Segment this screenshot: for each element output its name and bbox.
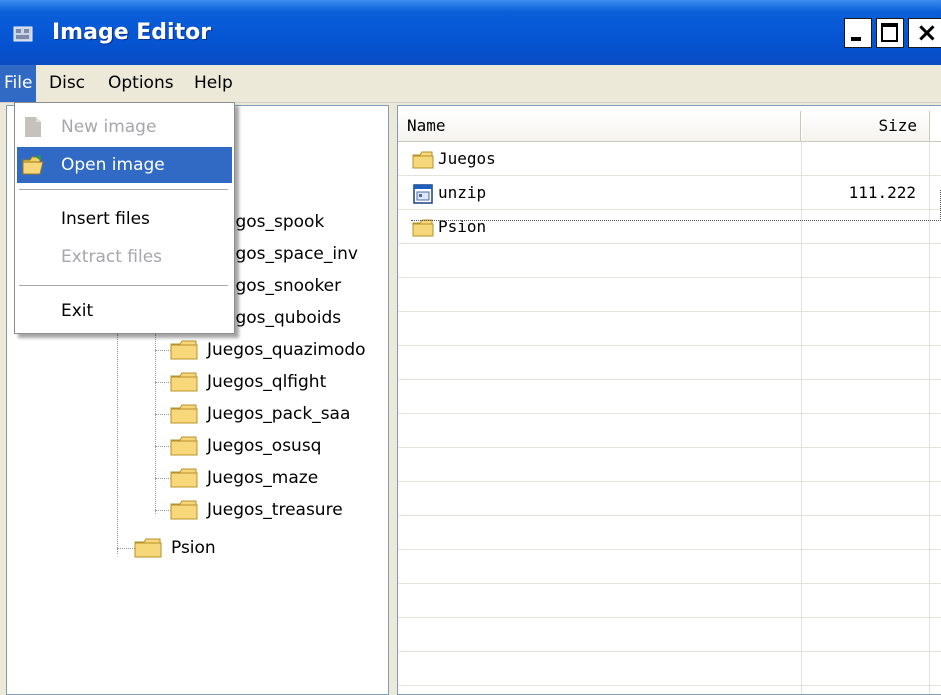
tree-item[interactable]: Juegos_qlfight (169, 366, 326, 398)
folder-icon (170, 500, 198, 520)
menu-item-new-image[interactable]: New image (17, 109, 232, 145)
folder-icon (134, 538, 162, 558)
tree-item[interactable]: Juegos_osusq (169, 430, 321, 462)
app-icon (13, 26, 33, 42)
tree-item-snooker[interactable]: egos_snooker (225, 270, 341, 302)
folder-icon (170, 468, 198, 488)
list-header: Name Size (398, 111, 941, 142)
menu-item-open-image[interactable]: Open image (17, 147, 232, 183)
focus-rect (411, 190, 941, 221)
folder-icon (412, 151, 434, 168)
tree-item[interactable]: Juegos_quazimodo (169, 334, 366, 366)
tree-item-space-inv[interactable]: egos_space_inv (225, 238, 358, 270)
tree-item-quboids[interactable]: egos_quboids (225, 302, 341, 334)
folder-icon (170, 340, 198, 360)
close-icon: × (916, 18, 938, 48)
menu-options[interactable]: Options (104, 65, 178, 102)
list-item-name: Juegos (438, 149, 496, 168)
column-header-size[interactable]: Size (802, 111, 930, 141)
tree-item-label: Juegos_qlfight (207, 372, 327, 392)
minimize-button[interactable] (844, 18, 872, 48)
tree-item-spook[interactable]: egos_spook (225, 206, 324, 238)
window-title: Image Editor (52, 20, 212, 45)
tree-item[interactable]: Juegos_treasure (169, 494, 343, 526)
close-button[interactable]: × (908, 18, 941, 48)
column-header-name[interactable]: Name (398, 111, 801, 141)
tree-item[interactable]: Juegos_maze (169, 462, 318, 494)
tree-item-label: Juegos_maze (207, 468, 319, 488)
tree-item-label: Juegos_osusq (207, 436, 322, 456)
tree-item-label: Juegos_quazimodo (207, 340, 366, 360)
document-icon (25, 117, 41, 137)
tree-item[interactable]: Juegos_pack_saa (169, 398, 350, 430)
list-item[interactable]: Juegos (398, 142, 941, 176)
open-folder-icon (22, 155, 44, 175)
tree-item-label: Juegos_pack_saa (207, 404, 351, 424)
tree-item-label: Psion (171, 538, 216, 558)
menu-bar: File Disc Options Help (0, 65, 941, 103)
tree-item-psion[interactable]: Psion (133, 532, 216, 564)
file-menu: New image Open image Insert files Extrac… (14, 102, 235, 334)
menu-separator (19, 285, 228, 286)
menu-item-exit[interactable]: Exit (17, 293, 232, 329)
folder-icon (170, 372, 198, 392)
menu-separator (19, 189, 228, 190)
menu-item-extract-files[interactable]: Extract files (17, 239, 232, 275)
maximize-button[interactable] (876, 18, 904, 48)
title-bar[interactable]: Image Editor × (0, 0, 941, 65)
file-list[interactable]: Name Size Juegos unzip 111.222 Psion (397, 105, 941, 695)
menu-item-insert-files[interactable]: Insert files (17, 201, 232, 237)
folder-icon (170, 436, 198, 456)
menu-file[interactable]: File (0, 65, 37, 102)
menu-help[interactable]: Help (190, 65, 237, 102)
folder-icon (170, 404, 198, 424)
tree-item-label: Juegos_treasure (207, 500, 343, 520)
menu-disc[interactable]: Disc (45, 65, 89, 102)
